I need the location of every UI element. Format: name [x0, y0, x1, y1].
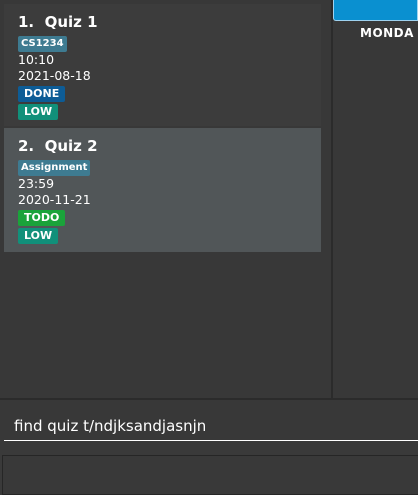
task-date: 2020-11-21 [18, 192, 91, 207]
calendar-panel: MONDA [333, 0, 418, 398]
result-display [2, 455, 418, 495]
task-card[interactable]: 1. Quiz 1 CS1234 10:10 2021-08-18 DONE L… [4, 4, 321, 126]
status-badge: TODO [18, 210, 66, 226]
command-box [0, 400, 418, 450]
task-title: 2. Quiz 2 [18, 137, 98, 155]
status-badge: DONE [18, 86, 66, 102]
priority-badge: LOW [18, 228, 59, 244]
tag-badge: Assignment [18, 160, 91, 176]
tag-badge: CS1234 [18, 36, 67, 52]
task-list-panel: 1. Quiz 1 CS1234 10:10 2021-08-18 DONE L… [0, 0, 332, 398]
task-title: 1. Quiz 1 [18, 13, 98, 31]
task-card-selected[interactable]: 2. Quiz 2 Assignment 23:59 2020-11-21 TO… [4, 128, 321, 252]
task-date: 2021-08-18 [18, 68, 91, 83]
task-time: 23:59 [18, 176, 55, 191]
priority-badge: LOW [18, 104, 59, 120]
task-time: 10:10 [18, 52, 55, 67]
command-input[interactable] [4, 411, 418, 441]
calendar-day-label: MONDA [360, 26, 414, 40]
calendar-day-header[interactable] [333, 0, 418, 21]
